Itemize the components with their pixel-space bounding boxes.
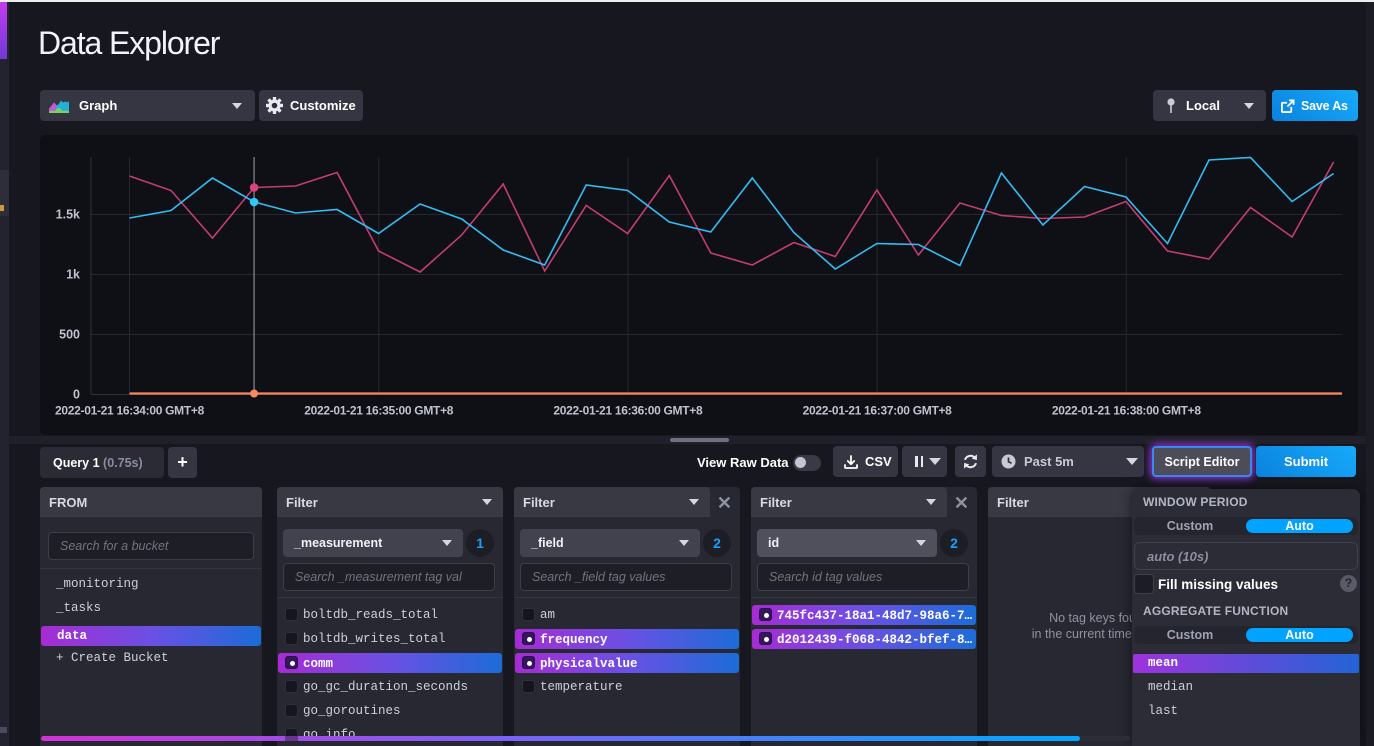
svg-text:2022-01-21 16:34:00 GMT+8: 2022-01-21 16:34:00 GMT+8 bbox=[55, 404, 205, 418]
svg-text:2022-01-21 16:35:00 GMT+8: 2022-01-21 16:35:00 GMT+8 bbox=[304, 404, 454, 418]
svg-text:1k: 1k bbox=[66, 268, 80, 282]
svg-text:2022-01-21 16:38:00 GMT+8: 2022-01-21 16:38:00 GMT+8 bbox=[1052, 404, 1202, 418]
svg-text:1.5k: 1.5k bbox=[56, 208, 80, 222]
svg-text:0: 0 bbox=[73, 388, 80, 402]
svg-text:500: 500 bbox=[59, 328, 80, 342]
svg-text:2022-01-21 16:37:00 GMT+8: 2022-01-21 16:37:00 GMT+8 bbox=[803, 404, 953, 418]
svg-text:2022-01-21 16:36:00 GMT+8: 2022-01-21 16:36:00 GMT+8 bbox=[553, 404, 703, 418]
